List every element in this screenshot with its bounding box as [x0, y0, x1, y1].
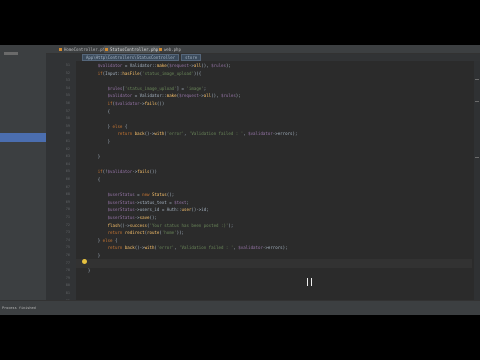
line-number: 56	[65, 101, 70, 105]
line-number: 60	[65, 131, 70, 136]
line-number: 74	[65, 237, 70, 242]
status-text: Process finished	[2, 306, 36, 310]
breadcrumb-class[interactable]: App\Http\Controllers\StatusController	[82, 54, 180, 61]
line-number: 71	[65, 215, 70, 219]
lightbulb-icon[interactable]	[82, 259, 87, 264]
code-line[interactable]: return back()->with('error', 'Validation…	[78, 129, 297, 138]
line-number: 59	[65, 123, 70, 128]
line-number: 80	[65, 283, 70, 288]
line-number: 62	[65, 146, 70, 151]
line-number: 58	[65, 116, 70, 121]
status-bar: Process finished	[0, 300, 480, 315]
ide-window: HomeController.php StatusController.php …	[0, 45, 480, 315]
code-line[interactable]: {	[78, 175, 100, 184]
line-number: 65	[65, 169, 70, 174]
line-number: 67	[65, 184, 70, 189]
code-line[interactable]: if(Input::hasFile('status_image_upload')…	[78, 69, 202, 78]
scrollbar-marker[interactable]	[475, 101, 479, 102]
project-tree-selected-item[interactable]	[0, 133, 46, 142]
breadcrumb-method[interactable]: store	[181, 54, 202, 61]
scrollbar-marker[interactable]	[475, 157, 479, 158]
code-line[interactable]: return back()->with('error', 'Validation…	[78, 243, 288, 252]
line-number: 76	[65, 253, 70, 257]
line-number: 77	[65, 260, 70, 265]
line-number: 70	[65, 207, 70, 212]
line-number: 78	[65, 268, 70, 273]
code-line[interactable]: }	[78, 137, 110, 146]
code-line[interactable]: }	[78, 266, 90, 275]
project-tree-item[interactable]	[4, 52, 18, 55]
line-number: 51	[65, 63, 70, 67]
tab-status-controller[interactable]: StatusController.php	[104, 46, 160, 53]
breadcrumb: App\Http\Controllers\StatusController sto…	[46, 54, 480, 61]
line-number: 52	[65, 70, 70, 75]
line-number: 61	[65, 139, 70, 143]
project-tool-window[interactable]	[0, 45, 47, 300]
line-number: 54	[65, 85, 70, 90]
line-number: 79	[65, 275, 70, 280]
tab-home-controller[interactable]: HomeController.php	[58, 46, 108, 53]
line-number: 75	[65, 245, 70, 250]
text-cursor-icon	[307, 278, 312, 286]
code-line[interactable]	[76, 258, 472, 268]
line-number: 68	[65, 192, 70, 197]
line-number: 55	[65, 93, 70, 98]
line-number: 66	[65, 177, 70, 181]
line-number: 63	[65, 154, 70, 159]
line-number-gutter: 51 52 53 54 55 56 57 58 59 60 61 62 63 64 65 66 67 68 69 70…	[46, 61, 76, 303]
line-number: 73	[65, 230, 70, 235]
code-line[interactable]: }	[78, 152, 100, 161]
scrollbar-marker[interactable]	[475, 79, 479, 80]
line-number: 81	[65, 291, 70, 295]
line-number: 72	[65, 222, 70, 227]
line-number: 53	[65, 78, 70, 83]
code-editor[interactable]: $validator = Validator::make($request->a…	[76, 61, 472, 300]
line-number: 64	[65, 161, 70, 166]
editor-vertical-scrollbar[interactable]	[474, 61, 480, 300]
line-number: 69	[65, 199, 70, 204]
tab-web-routes[interactable]: web.php	[158, 46, 190, 53]
code-line[interactable]: {	[78, 107, 110, 116]
line-number: 57	[65, 108, 70, 113]
editor-tab-bar: HomeController.php StatusController.php …	[46, 45, 480, 54]
